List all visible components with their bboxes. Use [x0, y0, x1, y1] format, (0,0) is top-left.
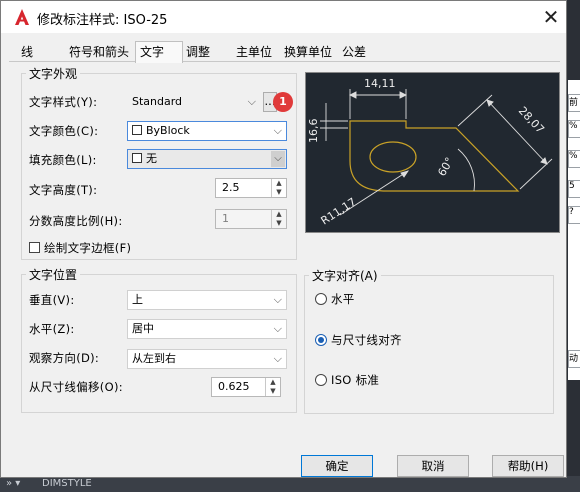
- view-direction-label: 观察方向(D):: [29, 351, 100, 365]
- vertical-dropdown[interactable]: 上 ⌵: [127, 290, 287, 310]
- background-cell: 前: [568, 94, 580, 112]
- command-line-strip: » ▾ DIMSTYLE: [0, 476, 580, 492]
- command-line-text: DIMSTYLE: [42, 478, 92, 489]
- cancel-button[interactable]: 取消: [397, 455, 469, 477]
- text-style-dropdown[interactable]: Standard ⌵: [127, 92, 261, 112]
- chevron-down-icon: ⌵: [271, 151, 285, 167]
- down-arrow-icon[interactable]: ▼: [272, 219, 286, 228]
- align-iso-standard-radio[interactable]: [315, 374, 327, 386]
- offset-spinner[interactable]: 0.625 ▲ ▼: [211, 377, 281, 397]
- tab-fit[interactable]: 调整: [182, 44, 214, 61]
- text-style-label: 文字样式(Y):: [29, 95, 98, 109]
- view-direction-dropdown[interactable]: 从左到右 ⌵: [127, 349, 287, 369]
- horizontal-label: 水平(Z):: [29, 322, 75, 336]
- tab-lines[interactable]: 线: [17, 44, 37, 61]
- help-button[interactable]: 帮助(H): [492, 455, 564, 477]
- chevron-down-icon: ⌵: [273, 293, 282, 306]
- chevron-down-icon: ⌵: [273, 124, 282, 137]
- text-height-spinner[interactable]: 2.5 ▲ ▼: [215, 178, 287, 198]
- tab-primary-units[interactable]: 主单位: [232, 44, 276, 61]
- down-arrow-icon[interactable]: ▼: [272, 188, 286, 197]
- text-height-label: 文字高度(T):: [29, 183, 98, 197]
- up-arrow-icon[interactable]: ▲: [272, 210, 286, 219]
- ok-button[interactable]: 确定: [301, 455, 373, 477]
- spinner-buttons[interactable]: ▲ ▼: [271, 179, 286, 197]
- tab-alternate-units[interactable]: 换算单位: [280, 44, 336, 61]
- text-height-value: 2.5: [222, 181, 240, 194]
- fill-color-dropdown[interactable]: 无 ⌵: [127, 149, 287, 169]
- background-cell: %: [568, 150, 580, 168]
- fraction-height-label: 分数高度比例(H):: [29, 214, 123, 228]
- preview-dim-left: 16,6: [307, 119, 320, 144]
- chevron-down-icon: ⌵: [273, 322, 282, 335]
- align-iso-standard-label: ISO 标准: [331, 373, 380, 387]
- text-placement-title: 文字位置: [26, 266, 81, 283]
- horizontal-value: 居中: [132, 322, 154, 335]
- up-arrow-icon[interactable]: ▲: [266, 378, 280, 387]
- preview-dim-right: 28,07: [516, 104, 547, 136]
- preview-dim-top: 14,11: [364, 77, 396, 90]
- draw-frame-checkbox[interactable]: [29, 242, 40, 253]
- text-appearance-title: 文字外观: [26, 65, 81, 82]
- fill-color-label: 填充颜色(L):: [29, 153, 97, 167]
- align-with-dimension-line-radio[interactable]: [315, 334, 327, 346]
- offset-value: 0.625: [218, 380, 250, 393]
- preview-panel: 14,11 16,6 28,07 60° R11,17: [305, 72, 560, 233]
- window-title: 修改标注样式: ISO-25: [37, 13, 168, 28]
- down-arrow-icon[interactable]: ▼: [266, 387, 280, 396]
- autocad-logo-icon: [15, 9, 29, 25]
- preview-circle: [369, 141, 417, 173]
- background-cell: 5: [568, 180, 580, 198]
- preview-shape: [349, 120, 520, 192]
- text-color-dropdown[interactable]: ByBlock ⌵: [127, 121, 287, 141]
- spinner-buttons[interactable]: ▲ ▼: [271, 210, 286, 228]
- chevron-down-icon: ⌵: [247, 95, 256, 108]
- horizontal-dropdown[interactable]: 居中 ⌵: [127, 319, 287, 339]
- align-with-dimension-line-label: 与尺寸线对齐: [331, 333, 402, 347]
- background-panel: 前 % % 5 ? 动: [568, 80, 580, 380]
- view-direction-value: 从左到右: [132, 352, 176, 365]
- background-cell: 动: [568, 350, 580, 368]
- draw-frame-label: 绘制文字边框(F): [44, 241, 132, 255]
- preview-dim-angle: 60°: [435, 155, 456, 178]
- command-prompt-icon: » ▾: [6, 478, 21, 489]
- fraction-height-spinner[interactable]: 1 ▲ ▼: [215, 209, 287, 229]
- offset-label: 从尺寸线偏移(O):: [29, 380, 123, 394]
- text-alignment-title: 文字对齐(A): [309, 267, 381, 284]
- text-color-value: ByBlock: [146, 124, 190, 137]
- color-swatch-icon: [132, 153, 142, 163]
- dimension-style-dialog: 修改标注样式: ISO-25 ✕ 线 符号和箭头 文字 调整 主单位 换算单位 …: [0, 0, 567, 478]
- tab-symbols-arrows[interactable]: 符号和箭头: [65, 44, 133, 61]
- tab-tolerances[interactable]: 公差: [338, 44, 370, 61]
- title-bar[interactable]: 修改标注样式: ISO-25 ✕: [1, 1, 566, 33]
- vertical-value: 上: [132, 293, 143, 306]
- fill-color-value: 无: [146, 152, 157, 165]
- align-horizontal-label: 水平: [331, 292, 355, 306]
- chevron-down-icon: ⌵: [273, 352, 282, 365]
- background-cell: %: [568, 120, 580, 138]
- spinner-buttons[interactable]: ▲ ▼: [265, 378, 280, 396]
- fraction-height-value: 1: [222, 212, 229, 225]
- tab-text[interactable]: 文字: [135, 41, 183, 63]
- preview-dim-radius: R11,17: [319, 195, 359, 227]
- up-arrow-icon[interactable]: ▲: [272, 179, 286, 188]
- text-style-value: Standard: [132, 95, 183, 108]
- vertical-label: 垂直(V):: [29, 293, 75, 307]
- annotation-badge: 1: [273, 92, 293, 112]
- text-color-label: 文字颜色(C):: [29, 124, 99, 138]
- tab-strip-divider: [9, 61, 560, 62]
- align-horizontal-radio[interactable]: [315, 293, 327, 305]
- close-icon[interactable]: ✕: [539, 5, 563, 29]
- color-swatch-icon: [132, 125, 142, 135]
- dimension-preview-graphic: 14,11 16,6 28,07 60° R11,17: [307, 77, 553, 228]
- background-cell: ?: [568, 206, 580, 224]
